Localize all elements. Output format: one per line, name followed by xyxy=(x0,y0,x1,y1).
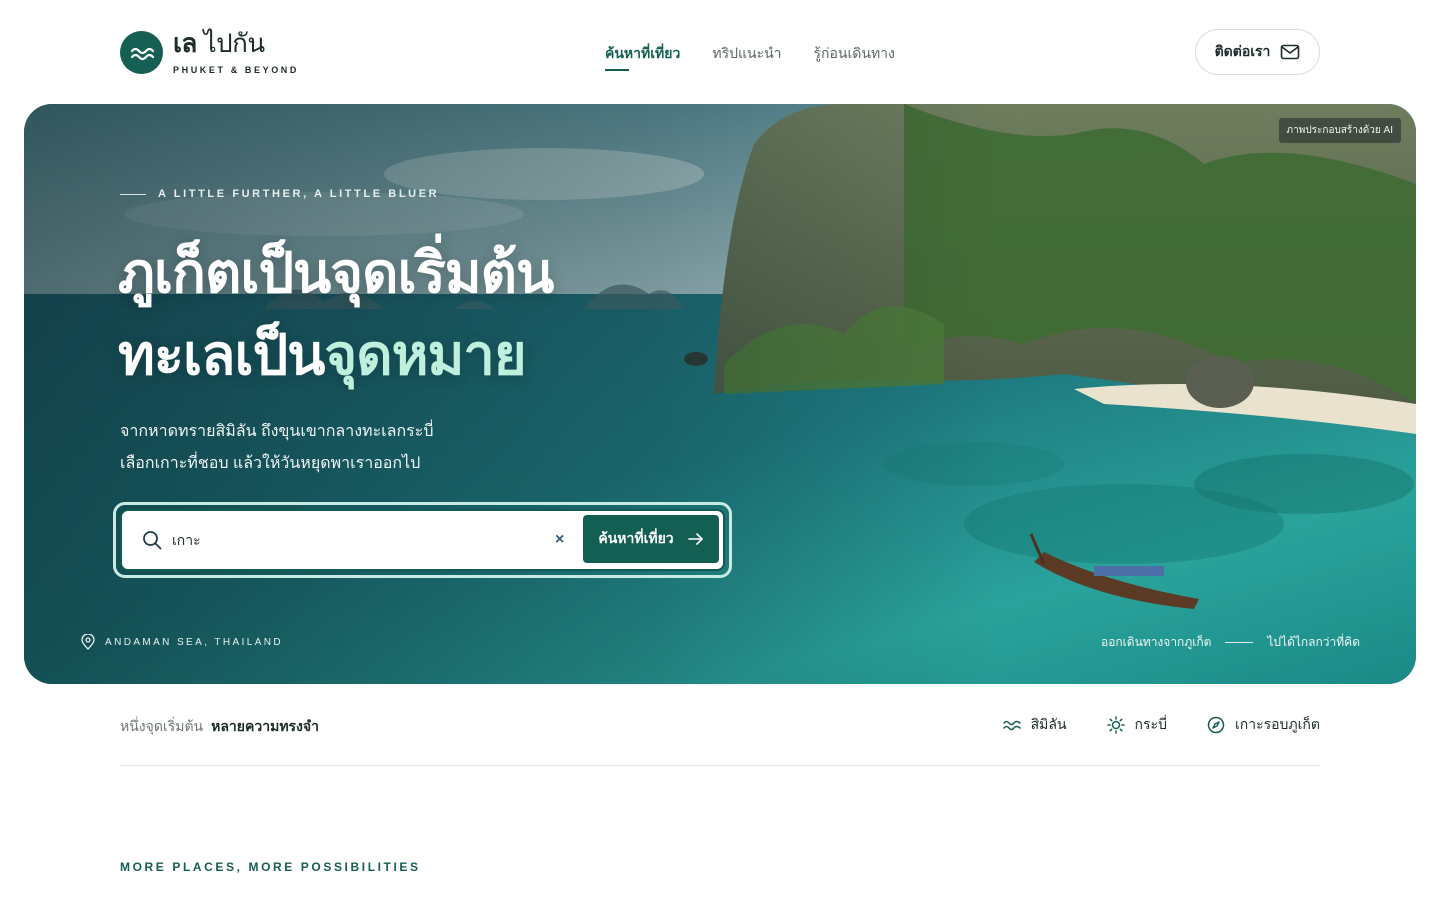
description-line-2: เลือกเกาะที่ชอบ แล้วให้วันหยุดพาเราออกไป xyxy=(120,455,421,472)
site-header: เล ไปกัน PHUKET & BEYOND ค้นหาที่เที่ยว … xyxy=(0,0,1440,104)
chip-label: สิมิลัน xyxy=(1030,716,1067,732)
route-to: ไปได้ไกลกว่าที่คิด xyxy=(1267,635,1360,649)
brand-name: เล ไปกัน xyxy=(173,30,299,56)
location-text: ANDAMAN SEA, THAILAND xyxy=(105,636,284,648)
hero-location: ANDAMAN SEA, THAILAND xyxy=(81,634,283,650)
wave-logo-icon xyxy=(120,31,163,74)
ai-image-badge: ภาพประกอบสร้างด้วย AI xyxy=(1278,118,1401,143)
description-line-1: จากหาดทรายสิมิลัน ถึงขุนเขากลางทะเลกระบี… xyxy=(120,423,434,440)
chip-label: เกาะรอบภูเก็ต xyxy=(1234,716,1320,732)
search-icon xyxy=(143,531,162,550)
nav-active-indicator xyxy=(605,69,629,71)
search-button[interactable]: ค้นหาที่เที่ยว xyxy=(583,515,719,563)
chip-similan[interactable]: สิมิลัน xyxy=(1002,714,1067,736)
brand-name-light: ไปกัน xyxy=(203,28,266,58)
section-kicker: MORE PLACES, MORE POSSIBILITIES xyxy=(120,860,421,874)
headline-line-2: ทะเลเป็นจุดหมาย xyxy=(118,314,553,396)
location-pin-icon xyxy=(81,634,95,650)
brand-name-bold: เล xyxy=(173,28,197,58)
search-box: × ค้นหาที่เที่ยว xyxy=(120,509,725,571)
hero-headline: ภูเก็ตเป็นจุดเริ่มต้น ทะเลเป็นจุดหมาย xyxy=(118,232,554,396)
chip-phuket-islands[interactable]: เกาะรอบภูเก็ต xyxy=(1207,714,1320,736)
destination-bar: หนึ่งจุดเริ่มต้น หลายความทรงจำ สิมิลัน กร… xyxy=(120,704,1320,766)
waves-icon xyxy=(1002,720,1021,731)
hero-banner: ภาพประกอบสร้างด้วย AI A LITTLE FURTHER, … xyxy=(24,104,1416,684)
tagline-divider xyxy=(120,193,146,195)
contact-button[interactable]: ติดต่อเรา xyxy=(1195,29,1320,75)
headline-line-1: ภูเก็ตเป็นจุดเริ่มต้น xyxy=(118,241,554,304)
nav-item-label: ค้นหาที่เที่ยว xyxy=(605,45,681,61)
hero-tagline: A LITTLE FURTHER, A LITTLE BLUER xyxy=(120,188,439,200)
compass-icon xyxy=(1207,716,1225,734)
hero-route: ออกเดินทางจากภูเก็ต ไปได้ไกลกว่าที่คิด xyxy=(1101,633,1360,652)
tagline-text: A LITTLE FURTHER, A LITTLE BLUER xyxy=(158,188,440,200)
destination-bar-lead: หนึ่งจุดเริ่มต้น หลายความทรงจำ xyxy=(120,716,319,738)
nav-item-label: รู้ก่อนเดินทาง xyxy=(813,45,895,61)
nav-item-search-places[interactable]: ค้นหาที่เที่ยว xyxy=(605,43,681,71)
chip-label: กระบี่ xyxy=(1134,716,1167,732)
brand-subtitle: PHUKET & BEYOND xyxy=(173,65,300,75)
chip-krabi[interactable]: กระบี่ xyxy=(1106,714,1167,736)
route-from: ออกเดินทางจากภูเก็ต xyxy=(1101,635,1212,649)
nav-item-travel-tips[interactable]: รู้ก่อนเดินทาง xyxy=(814,43,895,65)
hero-description: จากหาดทรายสิมิลัน ถึงขุนเขากลางทะเลกระบี… xyxy=(120,416,433,480)
main-nav: ค้นหาที่เที่ยว ทริปแนะนำ รู้ก่อนเดินทาง xyxy=(605,43,895,71)
route-divider xyxy=(1225,642,1254,643)
lead-bold-text: หลายความทรงจำ xyxy=(211,718,319,734)
brand-logo[interactable]: เล ไปกัน PHUKET & BEYOND xyxy=(120,30,299,75)
headline-accent: จุดหมาย xyxy=(324,323,526,386)
search-input[interactable] xyxy=(172,523,542,559)
destination-chips: สิมิลัน กระบี่ เกาะรอบภูเก็ต xyxy=(1002,714,1320,736)
clear-search-button[interactable]: × xyxy=(555,531,564,549)
arrow-right-icon xyxy=(687,533,703,545)
lead-text: หนึ่งจุดเริ่มต้น xyxy=(120,718,204,734)
sun-icon xyxy=(1106,716,1125,734)
contact-button-label: ติดต่อเรา xyxy=(1214,43,1271,59)
search-button-label: ค้นหาที่เที่ยว xyxy=(598,530,674,546)
headline-plain: ทะเลเป็น xyxy=(118,323,325,386)
mail-icon xyxy=(1281,44,1300,60)
nav-item-recommended-trips[interactable]: ทริปแนะนำ xyxy=(712,43,781,65)
nav-item-label: ทริปแนะนำ xyxy=(712,45,782,61)
search-bar: × ค้นหาที่เที่ยว xyxy=(113,502,732,578)
